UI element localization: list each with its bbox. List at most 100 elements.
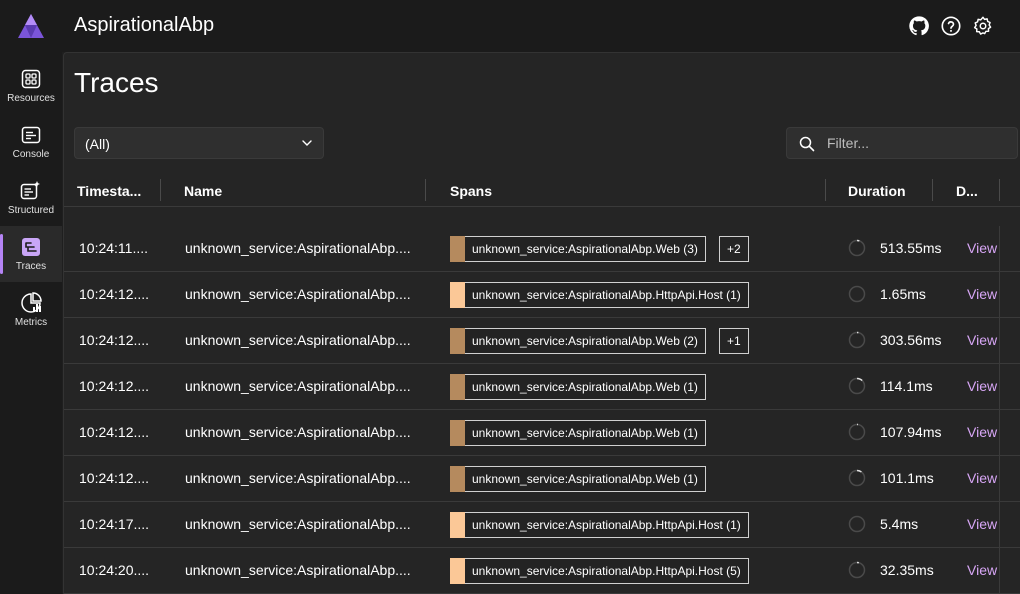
resources-icon [20, 68, 42, 90]
sidebar-item-metrics[interactable]: Metrics [0, 282, 62, 338]
span-chip[interactable]: unknown_service:AspirationalAbp.Web (1) [450, 374, 706, 400]
column-header-details[interactable]: D... [956, 183, 978, 199]
top-header: AspirationalAbp [0, 0, 1020, 52]
row-divider [999, 456, 1000, 502]
aspire-logo-icon[interactable] [17, 13, 45, 39]
table-row[interactable]: 10:24:20.... unknown_service:Aspirational… [64, 548, 1020, 594]
duration-progress-icon [848, 469, 866, 487]
column-resize-handle[interactable] [825, 179, 826, 201]
duration-progress-icon [848, 423, 866, 441]
table-row[interactable]: 10:24:12.... unknown_service:Aspirational… [64, 272, 1020, 318]
span-color-swatch [450, 420, 465, 446]
view-trace-link[interactable]: View [967, 378, 997, 394]
timestamp-cell: 10:24:12.... [79, 424, 150, 440]
duration-cell: 1.65ms [880, 286, 926, 302]
span-chip[interactable]: unknown_service:AspirationalAbp.Web (1) [450, 466, 706, 492]
view-trace-link[interactable]: View [967, 424, 997, 440]
span-color-swatch [450, 466, 465, 492]
sidebar-nav: Resources Console Structured Traces Metr… [0, 52, 62, 594]
table-row[interactable]: 10:24:12.... unknown_service:Aspirational… [64, 364, 1020, 410]
sidebar-item-label: Structured [7, 205, 55, 216]
span-color-swatch [450, 236, 465, 262]
view-trace-link[interactable]: View [967, 240, 997, 256]
row-divider [999, 318, 1000, 364]
duration-progress-icon [848, 285, 866, 303]
sidebar-item-label: Console [12, 149, 50, 160]
table-row[interactable]: 10:24:17.... unknown_service:Aspirational… [64, 502, 1020, 548]
settings-icon[interactable] [971, 14, 995, 38]
duration-cell: 107.94ms [880, 424, 942, 440]
column-resize-handle[interactable] [932, 179, 933, 201]
span-label: unknown_service:AspirationalAbp.Web (2) [465, 328, 706, 354]
github-icon[interactable] [907, 14, 931, 38]
column-header-name[interactable]: Name [184, 183, 222, 199]
span-chip[interactable]: unknown_service:AspirationalAbp.Web (3) [450, 236, 706, 262]
resource-select[interactable]: (All) [74, 127, 324, 159]
duration-cell: 101.1ms [880, 470, 934, 486]
duration-progress-icon [848, 377, 866, 395]
resource-select-value: (All) [85, 136, 110, 152]
span-chip[interactable]: unknown_service:AspirationalAbp.HttpApi.… [450, 512, 749, 538]
trace-name-cell: unknown_service:AspirationalAbp.... [185, 470, 411, 486]
view-trace-link[interactable]: View [967, 470, 997, 486]
duration-progress-icon [848, 331, 866, 349]
table-header: Timesta... Name Spans Duration D... [64, 175, 1020, 207]
table-row[interactable]: 10:24:12.... unknown_service:Aspirational… [64, 318, 1020, 364]
table-row[interactable]: 10:24:12.... unknown_service:Aspirational… [64, 456, 1020, 502]
help-icon[interactable] [939, 14, 963, 38]
sidebar-item-traces[interactable]: Traces [0, 226, 62, 282]
timestamp-cell: 10:24:11.... [79, 240, 149, 256]
view-trace-link[interactable]: View [967, 562, 997, 578]
trace-name-cell: unknown_service:AspirationalAbp.... [185, 516, 411, 532]
chevron-down-icon [302, 140, 312, 146]
sidebar-item-structured[interactable]: Structured [0, 170, 62, 226]
more-spans-badge[interactable]: +2 [719, 236, 749, 262]
column-resize-handle[interactable] [999, 179, 1000, 201]
span-color-swatch [450, 558, 465, 584]
row-divider [999, 364, 1000, 410]
span-label: unknown_service:AspirationalAbp.HttpApi.… [465, 558, 749, 584]
span-label: unknown_service:AspirationalAbp.HttpApi.… [465, 512, 749, 538]
search-icon [799, 136, 815, 152]
duration-cell: 32.35ms [880, 562, 934, 578]
view-trace-link[interactable]: View [967, 286, 997, 302]
span-chip[interactable]: unknown_service:AspirationalAbp.Web (1) [450, 420, 706, 446]
span-label: unknown_service:AspirationalAbp.Web (1) [465, 420, 706, 446]
duration-progress-icon [848, 515, 866, 533]
span-label: unknown_service:AspirationalAbp.HttpApi.… [465, 282, 749, 308]
view-trace-link[interactable]: View [967, 332, 997, 348]
sidebar-item-console[interactable]: Console [0, 114, 62, 170]
table-row[interactable]: 10:24:11.... unknown_service:Aspirational… [64, 226, 1020, 272]
trace-name-cell: unknown_service:AspirationalAbp.... [185, 424, 411, 440]
span-color-swatch [450, 328, 465, 354]
filter-input[interactable] [827, 132, 1007, 154]
filter-box[interactable] [786, 127, 1018, 159]
span-chip[interactable]: unknown_service:AspirationalAbp.HttpApi.… [450, 558, 749, 584]
column-resize-handle[interactable] [160, 179, 161, 201]
span-chip[interactable]: unknown_service:AspirationalAbp.HttpApi.… [450, 282, 749, 308]
traces-icon [20, 236, 42, 258]
span-color-swatch [450, 512, 465, 538]
view-trace-link[interactable]: View [967, 516, 997, 532]
duration-progress-icon [848, 239, 866, 257]
span-label: unknown_service:AspirationalAbp.Web (3) [465, 236, 706, 262]
table-row[interactable]: 10:24:12.... unknown_service:Aspirational… [64, 410, 1020, 456]
span-chip[interactable]: unknown_service:AspirationalAbp.Web (2) [450, 328, 706, 354]
span-color-swatch [450, 374, 465, 400]
row-divider [999, 502, 1000, 548]
sidebar-item-label: Traces [15, 261, 47, 272]
column-header-timestamp[interactable]: Timesta... [77, 183, 141, 199]
more-spans-badge[interactable]: +1 [719, 328, 749, 354]
trace-name-cell: unknown_service:AspirationalAbp.... [185, 240, 411, 256]
dashboard-app: AspirationalAbp Resources Console Struct… [0, 0, 1020, 594]
span-color-swatch [450, 282, 465, 308]
column-header-duration[interactable]: Duration [848, 183, 906, 199]
column-resize-handle[interactable] [425, 179, 426, 201]
row-divider [999, 226, 1000, 272]
column-header-spans[interactable]: Spans [450, 183, 492, 199]
span-label: unknown_service:AspirationalAbp.Web (1) [465, 466, 706, 492]
structured-icon [20, 180, 42, 202]
sidebar-item-resources[interactable]: Resources [0, 58, 62, 114]
row-divider [999, 410, 1000, 456]
metrics-icon [20, 292, 42, 314]
